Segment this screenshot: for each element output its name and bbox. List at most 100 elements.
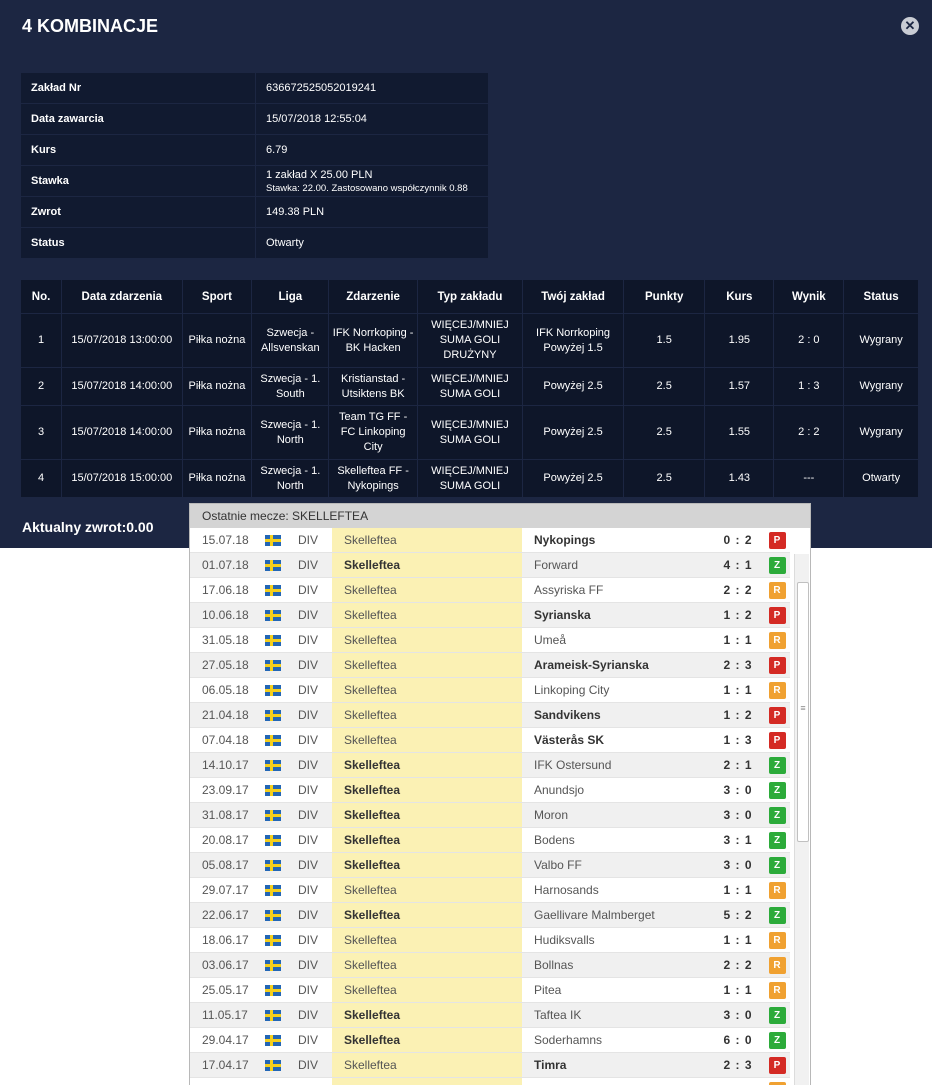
match-date: 15.07.18 [190,533,258,547]
away-team: Moron [522,808,712,822]
event-cell: 1.5 [624,314,705,368]
home-team: Skelleftea [332,553,522,577]
result-badge: R [769,632,786,649]
info-label: Kurs [21,135,256,166]
event-row: 315/07/2018 14:00:00Piłka nożnaSzwecja -… [21,406,919,460]
result-cell: Z [764,807,790,824]
match-date: 05.08.17 [190,858,258,872]
event-cell: 2.5 [624,406,705,460]
result-badge: Z [769,807,786,824]
result-cell: R [764,957,790,974]
match-row[interactable]: 15.07.18DIVSkellefteaNykopings0 : 2P [190,528,790,553]
home-team: Skelleftea [332,778,522,802]
away-team: Bodens [522,833,712,847]
result-badge: P [769,1057,786,1074]
match-row[interactable]: 22.06.17DIVSkellefteaGaellivare Malmberg… [190,903,790,928]
scrollbar[interactable]: ≡ [794,554,809,1085]
result-badge: Z [769,757,786,774]
info-value-text: 1 zakład X 25.00 PLN [266,169,372,181]
away-team: Timra [522,1058,712,1072]
match-row[interactable]: 29.07.17DIVSkellefteaHarnosands1 : 1R [190,878,790,903]
flag-cell [258,960,288,971]
match-score: 3 : 0 [712,858,764,872]
event-cell: IFK Norrkoping - BK Hacken [329,314,418,368]
away-team: Sandvikens [522,708,712,722]
match-date: 29.07.17 [190,883,258,897]
match-row[interactable]: 25.05.17DIVSkellefteaPitea1 : 1R [190,978,790,1003]
event-cell: Wygrany [844,314,919,368]
result-badge: Z [769,1007,786,1024]
match-row[interactable]: 31.05.18DIVSkellefteaUmeå1 : 1R [190,628,790,653]
sweden-flag-icon [265,960,281,971]
match-row[interactable]: 05.08.17DIVSkellefteaValbo FF3 : 0Z [190,853,790,878]
match-date: 22.06.17 [190,908,258,922]
away-team: Västerås SK [522,733,712,747]
sweden-flag-icon [265,935,281,946]
match-date: 29.04.17 [190,1033,258,1047]
match-score: 1 : 1 [712,933,764,947]
sweden-flag-icon [265,710,281,721]
away-team: Assyriska FF [522,583,712,597]
events-header: Kurs [705,280,774,314]
match-row[interactable]: 31.08.17DIVSkellefteaMoron3 : 0Z [190,803,790,828]
match-row[interactable]: 18.06.17DIVSkellefteaHudiksvalls1 : 1R [190,928,790,953]
result-cell: Z [764,832,790,849]
match-score: 1 : 1 [712,983,764,997]
info-label: Zakład Nr [21,73,256,104]
events-header: Wynik [774,280,844,314]
away-team: Taftea IK [522,1008,712,1022]
result-cell: P [764,532,790,549]
match-date: 03.06.17 [190,958,258,972]
close-icon[interactable]: ✕ [901,17,919,35]
match-row[interactable]: 03.06.17DIVSkellefteaBollnas2 : 2R [190,953,790,978]
info-row: StatusOtwarty [21,228,488,259]
match-row[interactable]: 07.04.18DIVSkellefteaVästerås SK1 : 3P [190,728,790,753]
info-value: 636672525052019241 [256,73,489,104]
home-team: Skelleftea [332,753,522,777]
result-badge: Z [769,782,786,799]
event-cell: WIĘCEJ/MNIEJ SUMA GOLI [417,406,522,460]
result-badge: R [769,982,786,999]
result-cell: R [764,1082,790,1085]
events-header: Data zdarzenia [62,280,182,314]
match-date: 21.04.18 [190,708,258,722]
match-division: DIV [288,1033,332,1047]
sweden-flag-icon [265,860,281,871]
match-row[interactable]: 10.06.18DIVSkellefteaSyrianska1 : 2P [190,603,790,628]
match-row[interactable]: 23.09.17DIVSkellefteaAnundsjo3 : 0Z [190,778,790,803]
away-team: Valbo FF [522,858,712,872]
result-badge: Z [769,1032,786,1049]
match-row[interactable]: 20.08.17DIVSkellefteaBodens3 : 1Z [190,828,790,853]
result-badge: R [769,1082,786,1085]
match-row[interactable]: 06.05.18DIVSkellefteaLinkoping City1 : 1… [190,678,790,703]
match-row[interactable]: 27.05.18DIVSkellefteaArameisk-Syrianska2… [190,653,790,678]
flag-cell [258,610,288,621]
away-team: Gaellivare Malmberget [522,908,712,922]
match-row[interactable]: 21.04.18DIVSkellefteaSandvikens1 : 2P [190,703,790,728]
flag-cell [258,710,288,721]
match-division: DIV [288,983,332,997]
match-list: 15.07.18DIVSkellefteaNykopings0 : 2P01.0… [190,528,790,1085]
match-row[interactable]: 29.04.17DIVSkellefteaSoderhamns6 : 0Z [190,1028,790,1053]
match-row[interactable]: 01.07.18DIVSkellefteaForward4 : 1Z [190,553,790,578]
scroll-thumb[interactable]: ≡ [797,582,809,842]
event-cell: Kristianstad - Utsiktens BK [329,368,418,406]
result-cell: P [764,707,790,724]
sweden-flag-icon [265,660,281,671]
events-header: Punkty [624,280,705,314]
home-team: Skelleftea [332,878,522,902]
match-row[interactable]: 17.04.17DIVSkellefteaTimra2 : 3P [190,1053,790,1078]
event-cell: 3 [21,406,62,460]
match-division: DIV [288,958,332,972]
match-division: DIV [288,783,332,797]
event-cell: IFK Norrkoping Powyżej 1.5 [522,314,623,368]
info-value-text: 636672525052019241 [266,82,376,94]
match-score: 2 : 3 [712,658,764,672]
match-row[interactable]: 17.06.18DIVSkellefteaAssyriska FF2 : 2R [190,578,790,603]
match-row[interactable]: 14.10.17DIVSkellefteaIFK Ostersund2 : 1Z [190,753,790,778]
flag-cell [258,810,288,821]
event-cell: WIĘCEJ/MNIEJ SUMA GOLI [417,368,522,406]
event-cell: 15/07/2018 14:00:00 [62,406,182,460]
match-row[interactable]: 11.05.17DIVSkellefteaTaftea IK3 : 0Z [190,1003,790,1028]
match-score: 3 : 1 [712,833,764,847]
